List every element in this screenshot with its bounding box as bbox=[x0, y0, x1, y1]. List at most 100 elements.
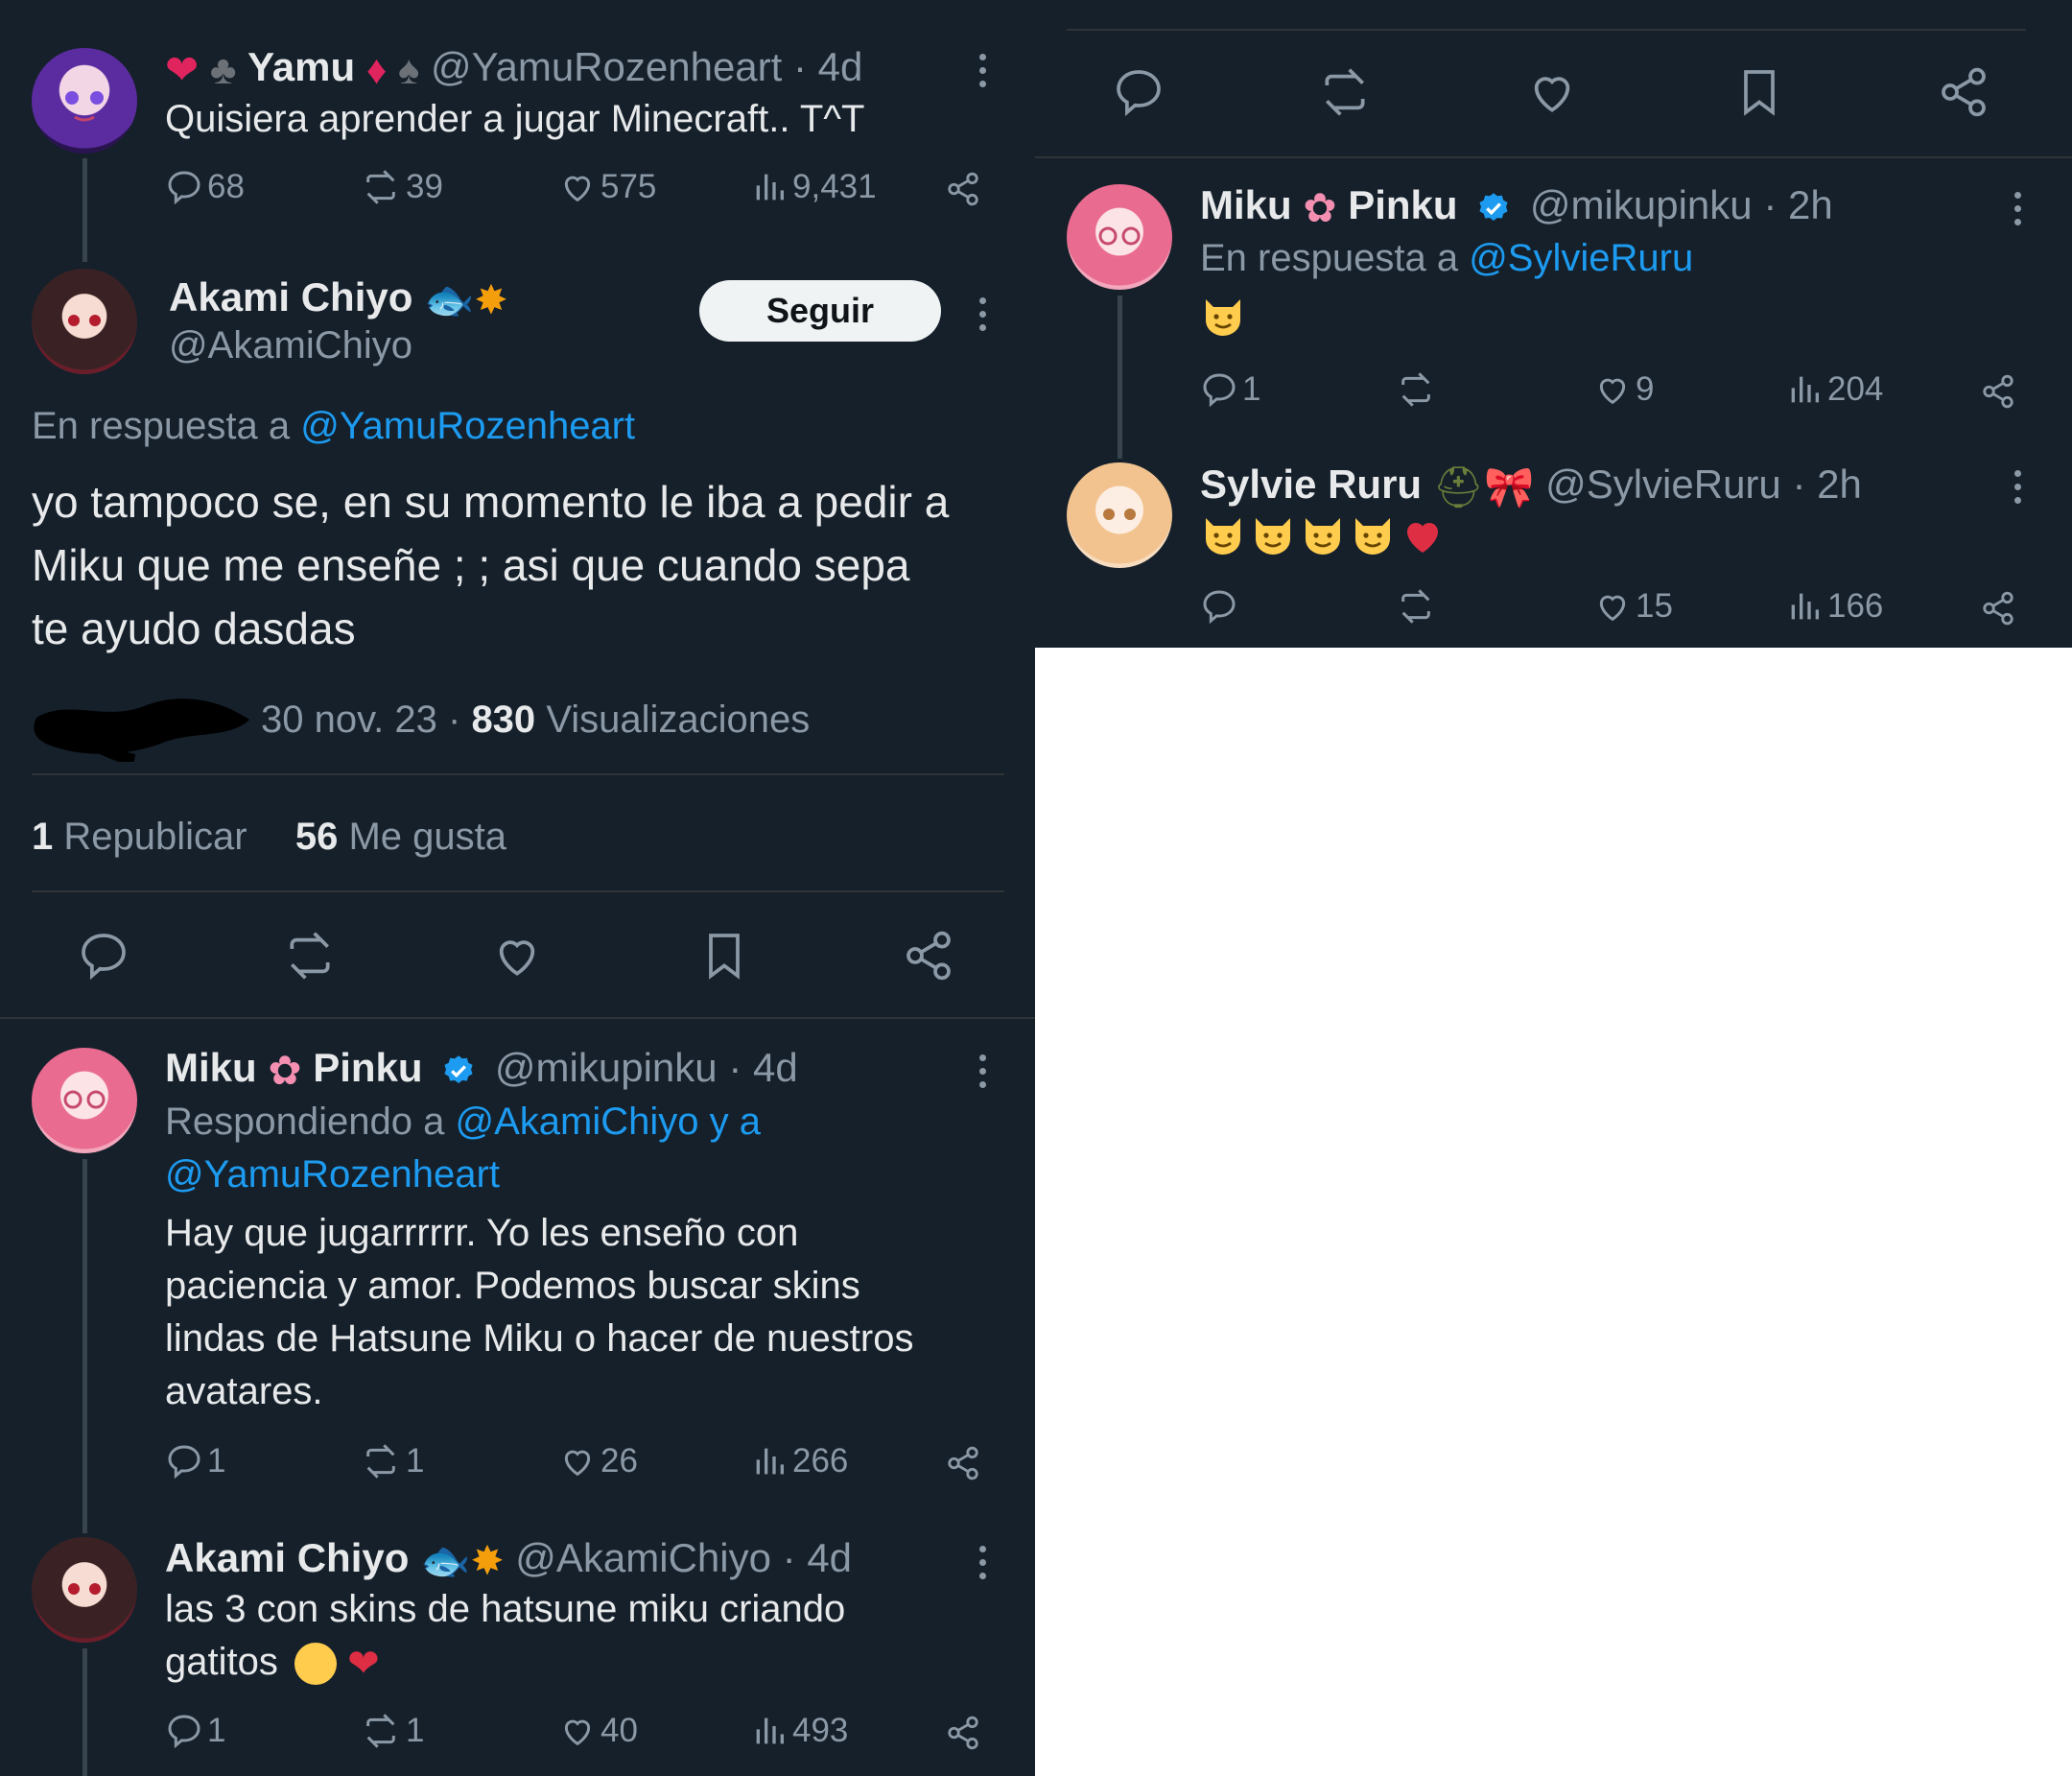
display-name[interactable]: Sylvie Ruru bbox=[1200, 462, 1422, 507]
blossom-emoji: ✿ bbox=[1303, 184, 1337, 230]
like-icon[interactable] bbox=[1523, 65, 1581, 119]
display-name-part[interactable]: Miku bbox=[1200, 182, 1292, 227]
display-name-part[interactable]: Pinku bbox=[313, 1045, 422, 1090]
display-name-part[interactable]: Miku bbox=[165, 1045, 257, 1090]
reply-to-link[interactable]: @YamuRozenheart bbox=[300, 405, 635, 447]
reply-to-link[interactable]: @AkamiChiyo y a bbox=[455, 1101, 760, 1143]
display-name[interactable]: Akami Chiyo bbox=[169, 274, 412, 320]
thread-line bbox=[82, 1159, 87, 1533]
more-icon[interactable] bbox=[977, 297, 987, 338]
reply-stat[interactable]: 1 bbox=[1200, 370, 1260, 409]
more-icon[interactable] bbox=[2013, 470, 2022, 510]
handle[interactable]: @YamuRozenheart bbox=[431, 44, 782, 89]
repost-stat[interactable] bbox=[1395, 370, 1441, 409]
share-icon bbox=[948, 1446, 978, 1480]
burst-emoji: ✸ bbox=[474, 276, 508, 322]
fish-emoji: 🐟 bbox=[424, 276, 475, 322]
heart-emoji: ❤ bbox=[165, 46, 200, 92]
blossom-emoji: ✿ bbox=[268, 1047, 302, 1093]
timestamp[interactable]: 2h bbox=[1788, 182, 1833, 227]
like-stat[interactable]: 40 bbox=[558, 1712, 638, 1750]
avatar-akami[interactable] bbox=[32, 1537, 137, 1643]
display-name-part[interactable]: Pinku bbox=[1348, 182, 1457, 227]
right-panel: Miku ✿ Pinku @mikupinku · 2h En respuest… bbox=[1035, 0, 2072, 648]
repost-stat[interactable]: 1 bbox=[360, 1712, 424, 1750]
handle[interactable]: @mikupinku bbox=[495, 1045, 718, 1090]
views-stat[interactable]: 9,431 bbox=[750, 168, 877, 206]
reply-icon[interactable] bbox=[75, 929, 132, 983]
repost-stat[interactable]: 1 bbox=[360, 1442, 424, 1480]
avatar-sylvie[interactable] bbox=[1067, 462, 1172, 568]
repost-stat[interactable]: 39 bbox=[360, 168, 443, 206]
reposts-link[interactable]: 1 Republicar bbox=[32, 816, 247, 858]
reply-to-link[interactable]: @SylvieRuru bbox=[1469, 237, 1693, 279]
share-stat[interactable] bbox=[945, 1445, 985, 1481]
reply-stat[interactable]: 68 bbox=[165, 168, 245, 206]
divider bbox=[1067, 29, 2026, 31]
like-stat[interactable]: 9 bbox=[1593, 370, 1654, 409]
fish-emoji: 🐟 bbox=[420, 1537, 471, 1583]
tweet-date[interactable]: 30 nov. 23 bbox=[261, 699, 437, 741]
reposts-count: 1 bbox=[32, 816, 54, 858]
views-count: 204 bbox=[1827, 370, 1884, 408]
share-stat[interactable] bbox=[1980, 373, 2020, 410]
more-icon[interactable] bbox=[977, 54, 987, 94]
avatar-yamu[interactable] bbox=[32, 48, 137, 154]
like-icon bbox=[1599, 378, 1626, 405]
like-icon bbox=[564, 176, 591, 202]
repost-stat[interactable] bbox=[1395, 587, 1441, 626]
separator-dot: · bbox=[728, 1045, 742, 1090]
more-icon[interactable] bbox=[2013, 192, 2022, 232]
more-icon[interactable] bbox=[977, 1054, 987, 1095]
repost-icon[interactable] bbox=[280, 929, 340, 983]
repost-icon bbox=[366, 170, 395, 204]
more-icon[interactable] bbox=[977, 1546, 987, 1586]
timestamp[interactable]: 2h bbox=[1817, 462, 1862, 507]
left-panel: ❤ ♣ Yamu ♦ ♠ @YamuRozenheart · 4d Quisie… bbox=[0, 0, 1035, 1776]
reply-icon[interactable] bbox=[1110, 65, 1167, 119]
reply-to-link[interactable]: @YamuRozenheart bbox=[165, 1148, 500, 1201]
tweet-yamu-header: ❤ ♣ Yamu ♦ ♠ @YamuRozenheart · 4d bbox=[165, 42, 862, 95]
grinning-cat-emoji bbox=[1306, 518, 1340, 555]
like-stat[interactable]: 15 bbox=[1593, 587, 1673, 626]
replying-to: Respondiendo a @AkamiChiyo y a bbox=[165, 1096, 761, 1148]
repost-count: 1 bbox=[406, 1712, 425, 1749]
timestamp[interactable]: 4d bbox=[818, 44, 863, 89]
reply-context: En respuesta a @YamuRozenheart bbox=[32, 401, 635, 451]
views-stat[interactable]: 266 bbox=[750, 1442, 848, 1480]
avatar-miku[interactable] bbox=[32, 1048, 137, 1153]
share-stat[interactable] bbox=[945, 1715, 985, 1751]
like-stat[interactable]: 575 bbox=[558, 168, 656, 206]
handle[interactable]: @AkamiChiyo bbox=[515, 1535, 771, 1580]
share-stat[interactable] bbox=[945, 171, 985, 207]
likes-link[interactable]: 56 Me gusta bbox=[295, 816, 506, 858]
like-icon[interactable] bbox=[488, 929, 546, 983]
reply-stat[interactable]: 1 bbox=[165, 1712, 225, 1750]
reply-stat[interactable] bbox=[1200, 587, 1242, 626]
like-stat[interactable]: 26 bbox=[558, 1442, 638, 1480]
timestamp[interactable]: 4d bbox=[753, 1045, 798, 1090]
bookmark-icon[interactable] bbox=[1732, 63, 1786, 121]
share-icon[interactable] bbox=[1937, 65, 1990, 119]
share-icon bbox=[948, 1716, 978, 1750]
reply-icon bbox=[168, 1445, 200, 1480]
handle[interactable]: @SylvieRuru bbox=[1545, 462, 1781, 507]
repost-icon[interactable] bbox=[1315, 65, 1375, 119]
display-name[interactable]: Akami Chiyo bbox=[165, 1535, 409, 1580]
reply-stat[interactable]: 1 bbox=[165, 1442, 225, 1480]
avatar-akami[interactable] bbox=[32, 269, 137, 374]
share-icon[interactable] bbox=[902, 929, 955, 983]
views-stat[interactable]: 166 bbox=[1785, 587, 1883, 626]
avatar-miku[interactable] bbox=[1067, 184, 1172, 290]
views-stat[interactable]: 204 bbox=[1785, 370, 1883, 409]
follow-button[interactable]: Seguir bbox=[699, 280, 941, 342]
main-handle[interactable]: @AkamiChiyo bbox=[169, 320, 412, 370]
handle[interactable]: @mikupinku bbox=[1530, 182, 1753, 227]
like-count: 9 bbox=[1636, 370, 1655, 408]
display-name[interactable]: Yamu bbox=[247, 44, 355, 89]
timestamp[interactable]: 4d bbox=[807, 1535, 852, 1580]
bookmark-icon[interactable] bbox=[697, 927, 751, 984]
views-stat[interactable]: 493 bbox=[750, 1712, 848, 1750]
reply-text-content: las 3 con skins de hatsune miku criando … bbox=[165, 1588, 846, 1683]
share-stat[interactable] bbox=[1980, 590, 2020, 627]
